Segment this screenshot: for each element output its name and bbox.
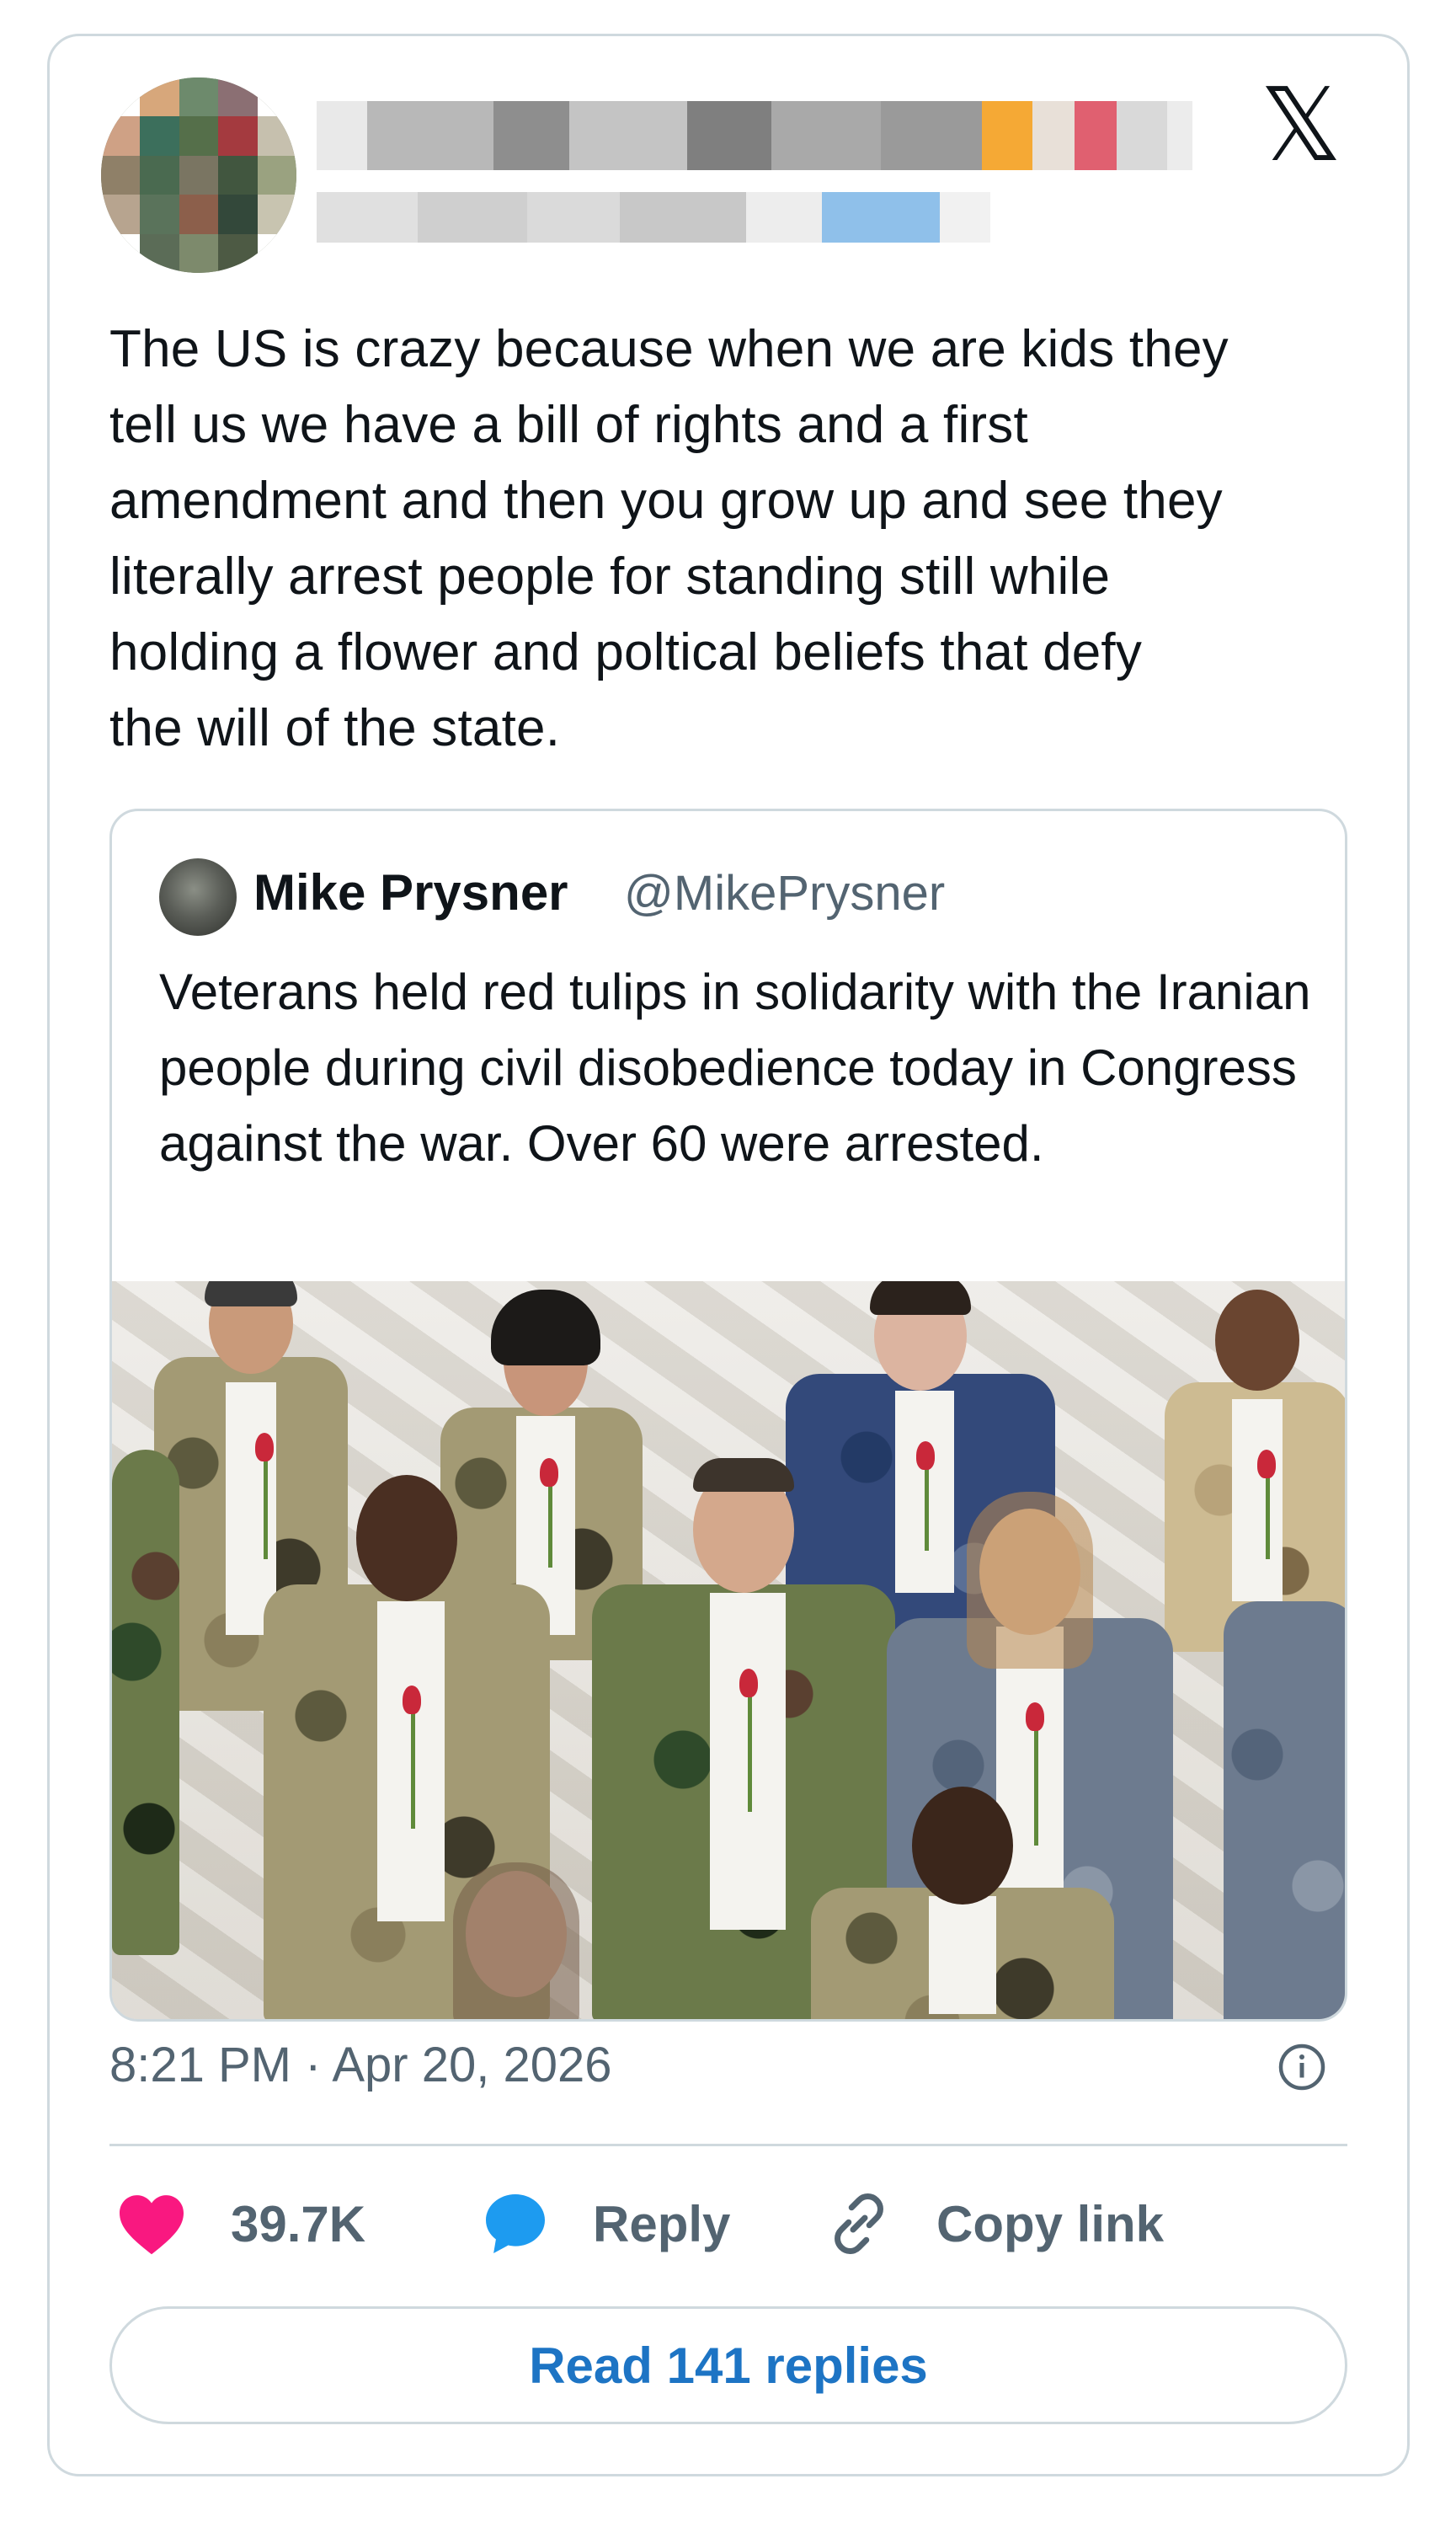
speech-bubble-icon: [486, 2194, 545, 2253]
reply-button[interactable]: Reply: [480, 2182, 730, 2266]
like-count: 39.7K: [231, 2195, 366, 2252]
photo-person: [1224, 1534, 1345, 2019]
author-avatar[interactable]: [101, 77, 296, 273]
heart-icon: [120, 2195, 184, 2255]
author-name-redacted[interactable]: [317, 101, 1192, 170]
photo-person: [112, 1382, 179, 1972]
copy-link-button[interactable]: Copy link: [824, 2182, 1164, 2266]
photo-person: [415, 1862, 617, 2019]
quoted-author-name[interactable]: Mike Prysner: [253, 863, 568, 922]
avatar-pixelation: [101, 77, 296, 273]
reply-label: Reply: [593, 2195, 731, 2252]
read-replies-label: Read 141 replies: [529, 2337, 928, 2394]
action-bar: 39.7K Reply Copy link: [109, 2182, 1347, 2266]
quoted-tweet-photo[interactable]: [112, 1281, 1345, 2019]
x-logo-icon[interactable]: 𝕏: [1255, 76, 1347, 177]
quoted-tweet[interactable]: Mike Prysner @MikePrysner Veterans held …: [109, 809, 1347, 2022]
copy-link-label: Copy link: [936, 2195, 1165, 2252]
quoted-tweet-text: Veterans held red tulips in solidarity w…: [159, 964, 1311, 1172]
info-icon[interactable]: [1277, 2042, 1327, 2092]
author-handle-redacted[interactable]: [317, 192, 990, 243]
link-icon: [835, 2193, 883, 2254]
like-button[interactable]: 39.7K: [116, 2182, 365, 2266]
quoted-author-handle[interactable]: @MikePrysner: [624, 865, 945, 922]
tweet-timestamp[interactable]: 8:21 PM · Apr 20, 2026: [109, 2037, 611, 2093]
quoted-author-avatar[interactable]: [159, 858, 237, 936]
photo-person: [803, 1778, 1123, 2019]
divider: [109, 2144, 1347, 2146]
read-replies-button[interactable]: Read 141 replies: [109, 2306, 1347, 2424]
tweet-text: The US is crazy because when we are kids…: [109, 320, 1229, 757]
